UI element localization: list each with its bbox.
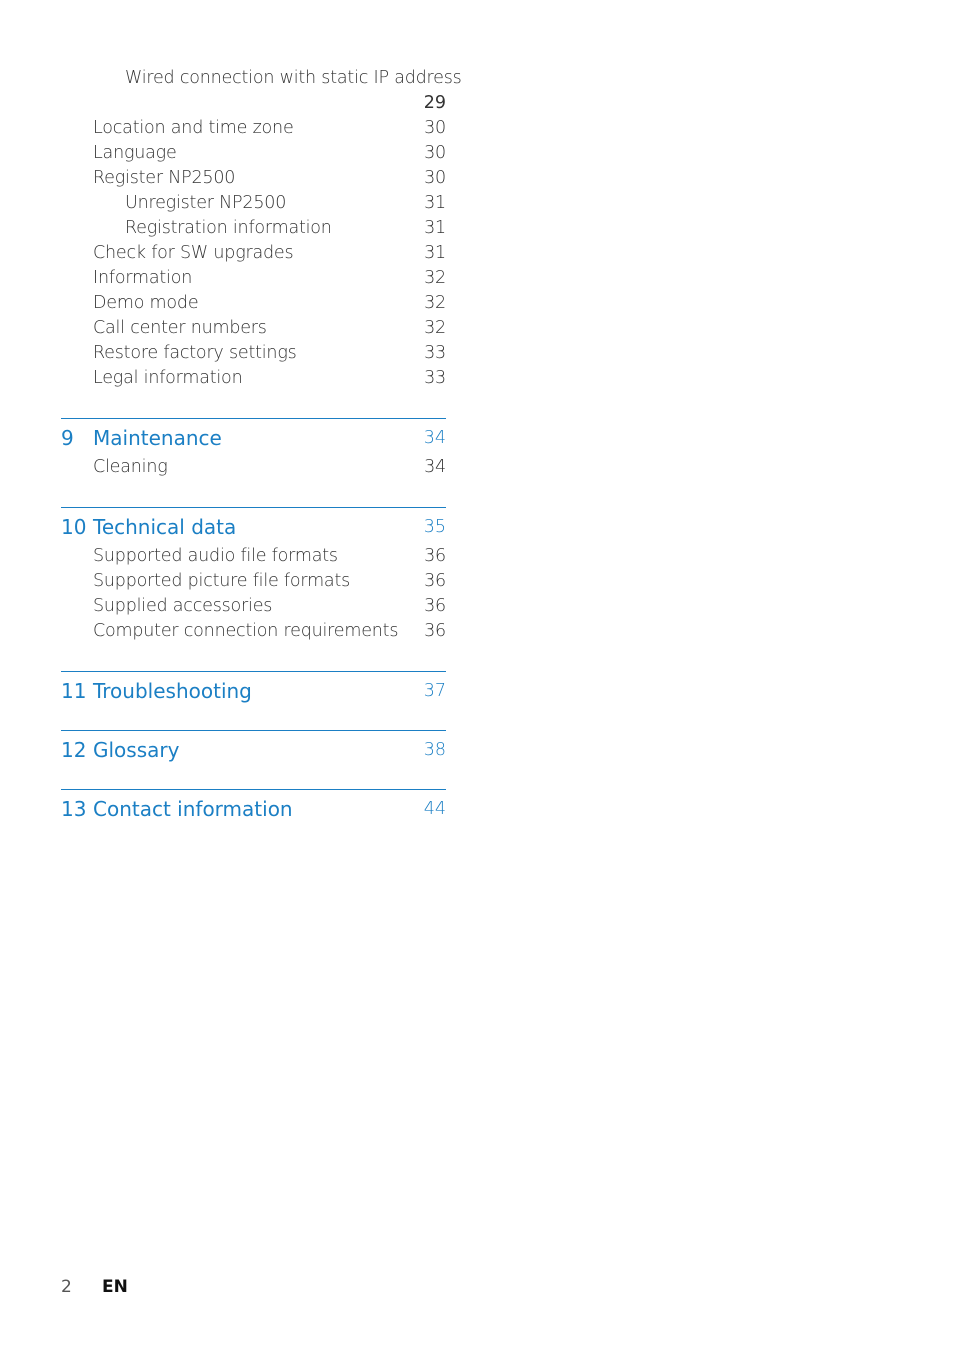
table-of-contents: Wired connection with static IP address … <box>61 66 462 826</box>
toc-entry[interactable]: Registration information 31 <box>61 216 446 241</box>
toc-section: 11 Troubleshooting 37 <box>61 671 446 708</box>
toc-entry-page: 31 <box>424 218 446 238</box>
section-title: Technical data <box>93 515 237 539</box>
toc-entry-page: 30 <box>424 118 446 138</box>
language-code: EN <box>102 1277 128 1297</box>
section-divider <box>61 418 446 419</box>
section-heading[interactable]: 13 Contact information 44 <box>61 792 446 826</box>
toc-entry-label: Demo mode <box>93 293 199 313</box>
section-heading[interactable]: 12 Glossary 38 <box>61 733 446 767</box>
section-number: 13 <box>61 797 87 821</box>
section-page: 44 <box>423 799 446 819</box>
page-footer: 2 EN <box>61 1277 128 1297</box>
toc-entry[interactable]: Information 32 <box>61 266 446 291</box>
toc-entry-label: Restore factory settings <box>93 343 297 363</box>
toc-entry-label: Location and time zone <box>93 118 294 138</box>
toc-entry-page: 30 <box>424 168 446 188</box>
section-title: Contact information <box>93 797 293 821</box>
toc-entry[interactable]: Restore factory settings 33 <box>61 341 446 366</box>
toc-entry[interactable]: Wired connection with static IP address <box>61 66 462 91</box>
toc-entry[interactable]: Supplied accessories 36 <box>61 594 446 619</box>
section-page: 34 <box>423 428 446 448</box>
toc-entry-label: Supported audio file formats <box>93 546 338 566</box>
section-divider <box>61 507 446 508</box>
toc-entry[interactable]: Check for SW upgrades 31 <box>61 241 446 266</box>
toc-entry-label: Check for SW upgrades <box>93 243 294 263</box>
toc-entry-page: 36 <box>424 596 446 616</box>
toc-entry-page: 29 <box>423 93 446 113</box>
toc-section: 9 Maintenance 34 Cleaning 34 <box>61 418 446 480</box>
toc-entry-page: 32 <box>424 293 446 313</box>
toc-entry[interactable]: Language 30 <box>61 141 446 166</box>
toc-entry-page: 30 <box>424 143 446 163</box>
section-page: 38 <box>423 740 446 760</box>
toc-entry-page: 34 <box>424 457 446 477</box>
toc-entry-page: 36 <box>424 546 446 566</box>
toc-entry-page: 31 <box>424 243 446 263</box>
toc-section: 12 Glossary 38 <box>61 730 446 767</box>
toc-section: 10 Technical data 35 Supported audio fil… <box>61 507 446 644</box>
toc-entry-page: 31 <box>424 193 446 213</box>
toc-entry-label: Computer connection requirements <box>93 621 399 641</box>
section-divider <box>61 789 446 790</box>
toc-entry[interactable]: Legal information 33 <box>61 366 446 391</box>
section-heading[interactable]: 11 Troubleshooting 37 <box>61 674 446 708</box>
section-number: 11 <box>61 679 87 703</box>
section-page: 37 <box>423 681 446 701</box>
section-number: 9 <box>61 426 74 450</box>
section-title: Troubleshooting <box>93 679 252 703</box>
section-title: Glossary <box>93 738 180 762</box>
toc-entry[interactable]: Computer connection requirements 36 <box>61 619 446 644</box>
toc-entry-label: Supplied accessories <box>93 596 273 616</box>
section-title: Maintenance <box>93 426 222 450</box>
section-heading[interactable]: 10 Technical data 35 <box>61 510 446 544</box>
toc-entry-label: Wired connection with static IP address <box>125 68 462 88</box>
section-number: 10 <box>61 515 87 539</box>
toc-entry-label: Registration information <box>125 218 332 238</box>
toc-entry-label: Supported picture file formats <box>93 571 351 591</box>
toc-entry-page: 33 <box>424 343 446 363</box>
toc-entry[interactable]: Unregister NP2500 31 <box>61 191 446 216</box>
toc-entry[interactable]: Call center numbers 32 <box>61 316 446 341</box>
section-number: 12 <box>61 738 87 762</box>
toc-entry-label: Call center numbers <box>93 318 267 338</box>
toc-entry-label: Language <box>93 143 177 163</box>
section-divider <box>61 671 446 672</box>
toc-entry[interactable]: Cleaning 34 <box>61 455 446 480</box>
section-page: 35 <box>423 517 446 537</box>
section-divider <box>61 730 446 731</box>
toc-entry-label: Unregister NP2500 <box>125 193 287 213</box>
toc-entry-page: 36 <box>424 621 446 641</box>
page-number: 2 <box>61 1277 72 1297</box>
toc-entry[interactable]: Supported audio file formats 36 <box>61 544 446 569</box>
toc-entry-label: Information <box>93 268 193 288</box>
toc-section: 13 Contact information 44 <box>61 789 446 826</box>
toc-entry-label: Cleaning <box>93 457 168 477</box>
toc-entry[interactable]: Demo mode 32 <box>61 291 446 316</box>
toc-entry-page-row: 29 <box>61 91 446 116</box>
toc-entry-page: 32 <box>424 318 446 338</box>
toc-entry-page: 36 <box>424 571 446 591</box>
toc-entry[interactable]: Register NP2500 30 <box>61 166 446 191</box>
toc-entry-label: Register NP2500 <box>93 168 236 188</box>
toc-entry[interactable]: Supported picture file formats 36 <box>61 569 446 594</box>
toc-entry-label: Legal information <box>93 368 243 388</box>
toc-entry-page: 32 <box>424 268 446 288</box>
section-heading[interactable]: 9 Maintenance 34 <box>61 421 446 455</box>
toc-entry-page: 33 <box>424 368 446 388</box>
toc-entry[interactable]: Location and time zone 30 <box>61 116 446 141</box>
